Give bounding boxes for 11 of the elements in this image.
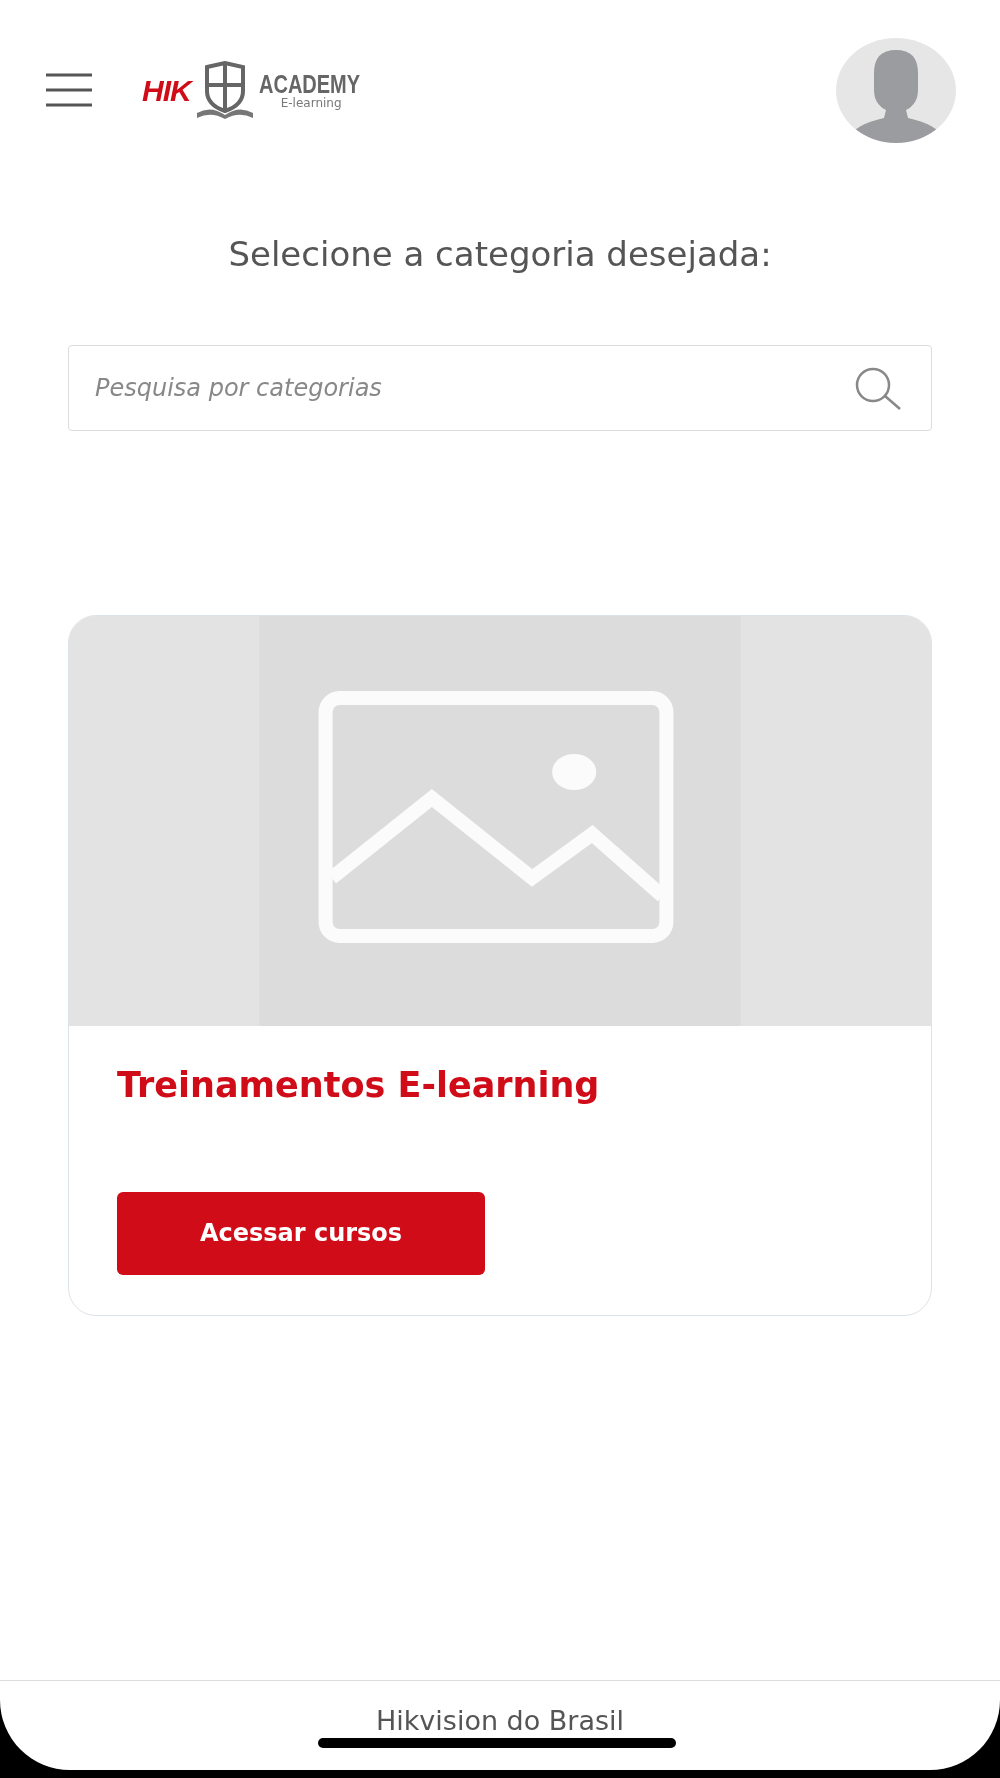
- footer-text: Hikvision do Brasil: [375, 1704, 625, 1738]
- category-title: Treinamentos E-learning: [117, 1063, 601, 1106]
- logo-tagline: E-learning: [279, 96, 343, 109]
- logo-text: ACADEMY: [258, 71, 360, 97]
- shield-icon: [194, 61, 255, 119]
- logo-text: HIK: [142, 72, 191, 109]
- access-courses-button[interactable]: Acessar cursos: [117, 1191, 485, 1275]
- search-icon[interactable]: [854, 365, 902, 410]
- search-field[interactable]: Pesquisa por categorias: [68, 344, 932, 431]
- avatar-icon[interactable]: [836, 37, 956, 143]
- page-heading: Selecione a categoria desejada:: [227, 234, 773, 275]
